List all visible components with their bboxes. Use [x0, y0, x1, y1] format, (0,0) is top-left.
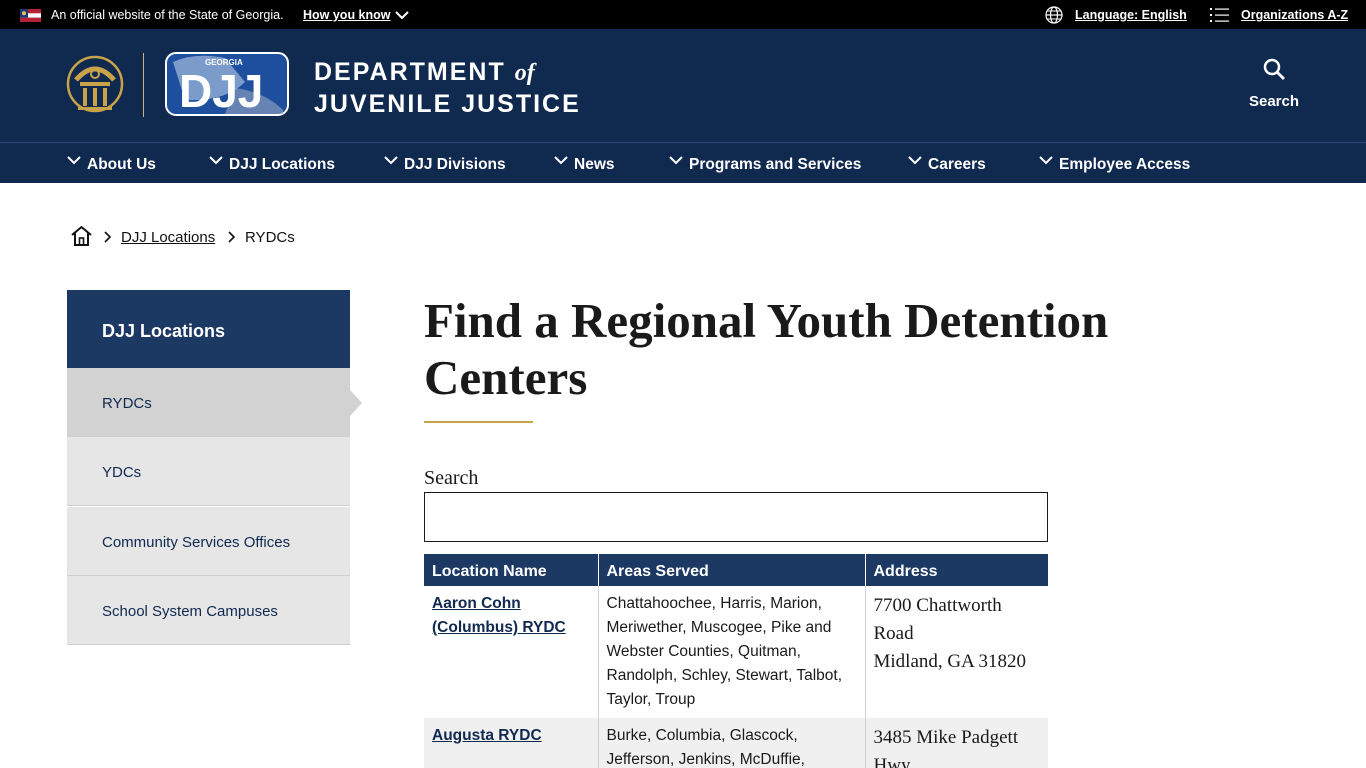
areas-served-cell: Burke, Columbia, Glascock, Jefferson, Je…	[598, 718, 866, 768]
globe-icon	[1045, 6, 1063, 24]
address-line2: Midland, GA 31820	[873, 651, 1027, 672]
nav-careers[interactable]: Careers	[908, 156, 986, 174]
column-header-address[interactable]: Address	[865, 554, 1048, 586]
address-cell: 3485 Mike Padgett Hwy	[865, 718, 1048, 768]
areas-served-cell: Chattahoochee, Harris, Marion, Meriwethe…	[598, 586, 866, 718]
chevron-down-icon	[67, 156, 81, 165]
page-title: Find a Regional Youth Detention Centers	[424, 293, 1109, 405]
language-selector[interactable]: Language: English	[1075, 8, 1187, 22]
header-divider	[143, 53, 144, 117]
table-header-row: Location Name Areas Served Address	[424, 554, 1048, 586]
site-header: GEORGIA DJJ DEPARTMENT of JUVENILE JUSTI…	[0, 29, 1366, 142]
chevron-down-icon	[1039, 156, 1053, 165]
djj-logo[interactable]: GEORGIA DJJ	[165, 52, 289, 116]
sidebar-heading[interactable]: DJJ Locations	[67, 290, 350, 368]
column-header-location-name[interactable]: Location Name	[424, 554, 599, 586]
nav-employee-access[interactable]: Employee Access	[1039, 156, 1190, 174]
chevron-right-icon	[228, 231, 236, 243]
nav-djj-divisions[interactable]: DJJ Divisions	[384, 156, 506, 174]
address-line1: 3485 Mike Padgett Hwy	[873, 727, 1019, 768]
sidebar-item-rydcs[interactable]: RYDCs	[67, 368, 350, 437]
georgia-seal-logo[interactable]	[66, 52, 124, 116]
table-row: Aaron Cohn (Columbus) RYDC Chattahoochee…	[424, 586, 1048, 718]
location-link[interactable]: Aaron Cohn (Columbus) RYDC	[432, 595, 566, 636]
chevron-down-icon	[384, 156, 398, 165]
nav-djj-locations[interactable]: DJJ Locations	[209, 156, 335, 174]
sidebar-item-school-system-campuses[interactable]: School System Campuses	[67, 576, 350, 645]
search-field-label: Search	[424, 467, 479, 489]
georgia-flag-icon	[20, 9, 41, 22]
chevron-down-icon[interactable]	[395, 10, 409, 20]
breadcrumb-current: RYDCs	[245, 229, 295, 246]
column-header-areas-served[interactable]: Areas Served	[598, 554, 866, 586]
chevron-right-icon	[104, 231, 112, 243]
nav-news[interactable]: News	[554, 156, 615, 174]
search-icon	[1263, 58, 1285, 80]
site-title-line2: JUVENILE JUSTICE	[314, 90, 581, 118]
nav-programs-and-services[interactable]: Programs and Services	[669, 156, 861, 174]
chevron-down-icon	[908, 156, 922, 165]
svg-text:DJJ: DJJ	[179, 65, 263, 116]
list-icon	[1210, 8, 1229, 22]
address-cell: 7700 Chattworth Road Midland, GA 31820	[865, 586, 1048, 718]
chevron-down-icon	[209, 156, 223, 165]
home-icon[interactable]	[70, 225, 93, 247]
nav-about-us[interactable]: About Us	[67, 156, 156, 174]
address-line1: 7700 Chattworth Road	[873, 595, 1002, 644]
sidebar-item-community-services-offices[interactable]: Community Services Offices	[67, 507, 350, 576]
official-text: An official website of the State of Geor…	[51, 8, 284, 22]
header-search-button[interactable]: Search	[1246, 57, 1302, 110]
locations-table: Location Name Areas Served Address Aaron…	[424, 554, 1048, 768]
chevron-down-icon	[669, 156, 683, 165]
official-banner: An official website of the State of Geor…	[0, 0, 1366, 29]
chevron-down-icon	[554, 156, 568, 165]
how-you-know-link[interactable]: How you know	[303, 8, 391, 22]
organizations-az-link[interactable]: Organizations A-Z	[1241, 8, 1348, 22]
table-row: Augusta RYDC Burke, Columbia, Glascock, …	[424, 718, 1048, 768]
location-name-cell: Aaron Cohn (Columbus) RYDC	[424, 586, 599, 718]
title-underline	[424, 421, 533, 423]
active-indicator	[350, 390, 362, 416]
site-title-line1: DEPARTMENT of	[314, 58, 535, 86]
location-link[interactable]: Augusta RYDC	[432, 727, 542, 744]
breadcrumb-djj-locations[interactable]: DJJ Locations	[121, 229, 215, 246]
sidebar-item-ydcs[interactable]: YDCs	[67, 437, 350, 506]
main-nav: About Us DJJ Locations DJJ Divisions New…	[0, 142, 1366, 183]
search-input[interactable]	[424, 492, 1048, 542]
search-label: Search	[1248, 93, 1300, 110]
location-name-cell: Augusta RYDC	[424, 718, 599, 768]
